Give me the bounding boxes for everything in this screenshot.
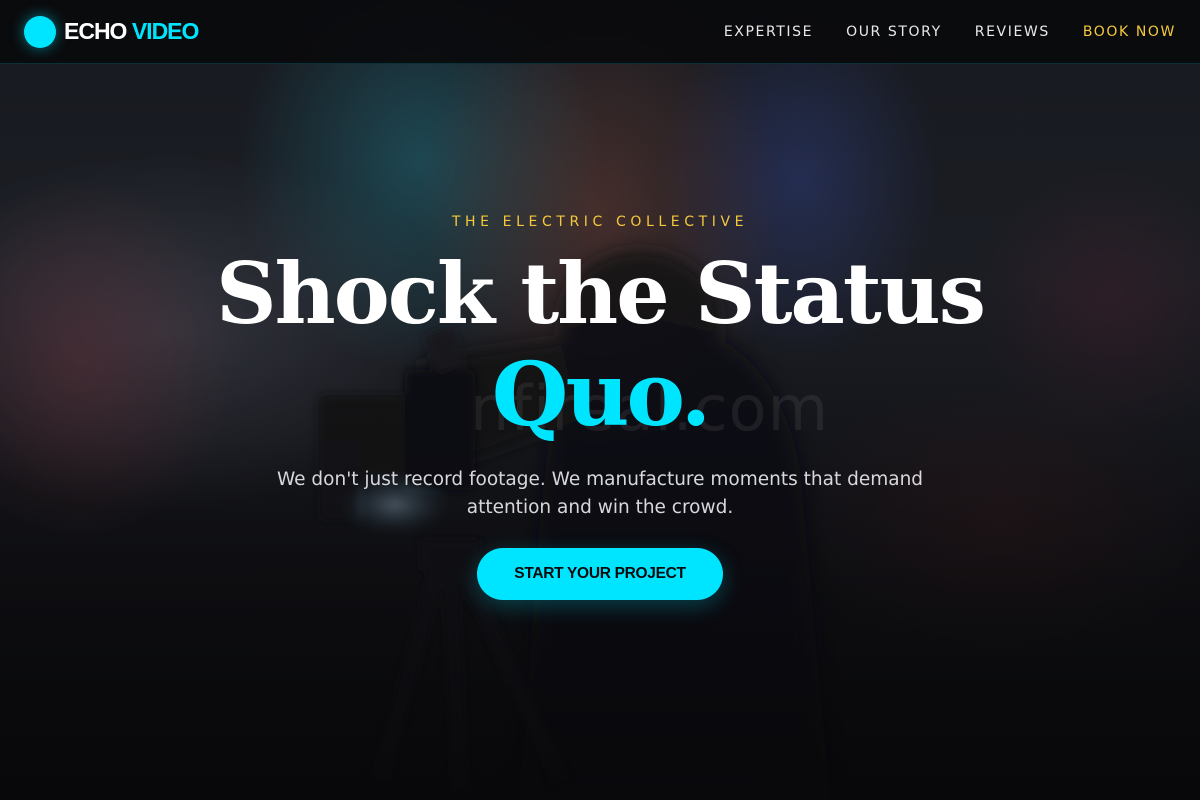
nav-link-reviews[interactable]: REVIEWS	[975, 24, 1050, 40]
nav-link-our-story[interactable]: OUR STORY	[846, 24, 942, 40]
nav-link-book-now[interactable]: BOOK NOW	[1083, 24, 1176, 40]
hero-subtext: We don't just record footage. We manufac…	[276, 469, 924, 518]
hero-headline: Shock the Status	[216, 244, 986, 343]
brand-logo-link[interactable]: ECHO VIDEO	[24, 15, 200, 48]
brand-wordmark: ECHO VIDEO	[64, 18, 200, 45]
top-navbar: ECHO VIDEO EXPERTISE OUR STORY REVIEWS B…	[0, 0, 1200, 64]
hero-headline-accent: Quo.	[491, 342, 711, 446]
brand-name-primary: ECHO	[64, 18, 127, 44]
brand-name-accent: VIDEO	[131, 18, 200, 44]
start-project-button[interactable]: START YOUR PROJECT	[477, 548, 723, 600]
hero-section: THE ELECTRIC COLLECTIVE Shock the Status…	[0, 0, 1200, 800]
circle-logo-icon	[24, 15, 56, 48]
nav-link-expertise[interactable]: EXPERTISE	[724, 24, 813, 40]
nav-links: EXPERTISE OUR STORY REVIEWS BOOK NOW	[724, 24, 1176, 40]
hero-eyebrow: THE ELECTRIC COLLECTIVE	[451, 214, 749, 230]
